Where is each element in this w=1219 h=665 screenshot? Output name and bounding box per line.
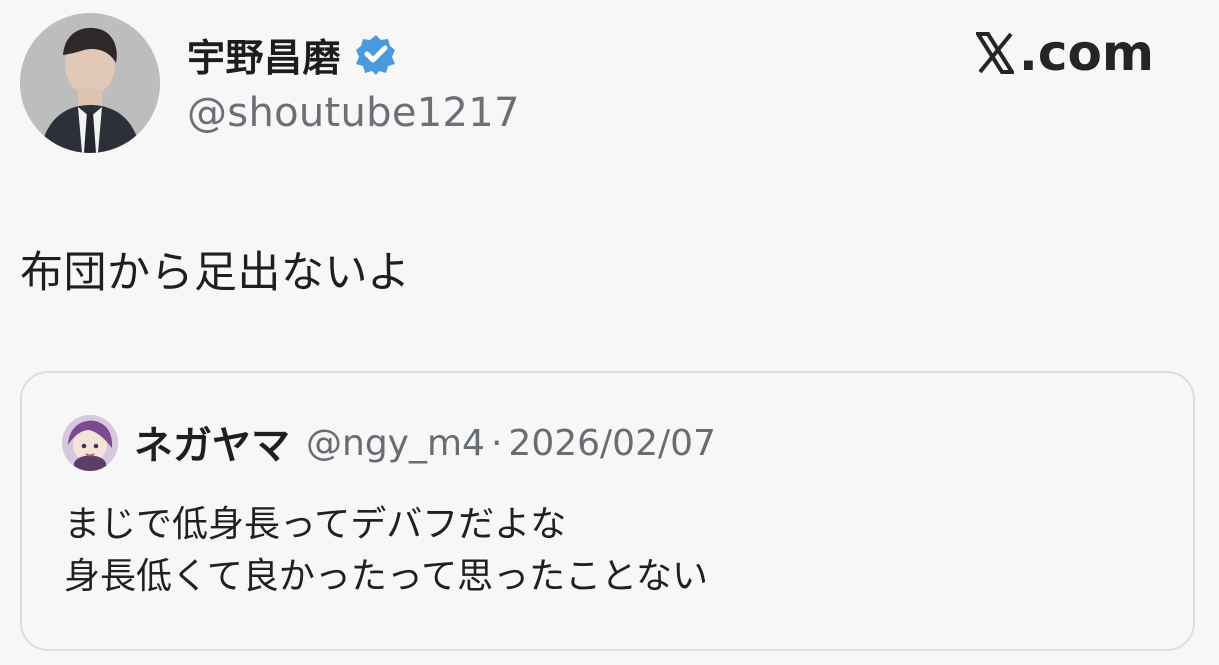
quoted-author-avatar-image: [62, 415, 118, 471]
author-handle[interactable]: @shoutube1217: [187, 90, 520, 136]
verified-badge-icon: [356, 35, 396, 75]
post-header: 宇野昌磨 @shoutube1217 .com: [0, 0, 1219, 175]
author-avatar[interactable]: [20, 13, 160, 153]
post-text: 布団から足出ないよ: [20, 248, 411, 298]
source-domain: .com: [1018, 24, 1154, 82]
author-avatar-image: [20, 13, 160, 153]
quoted-author-avatar[interactable]: [62, 415, 118, 471]
quoted-post-header: ネガヤマ @ngy_m4 · 2026/02/07: [62, 415, 716, 471]
author-name[interactable]: 宇野昌磨: [187, 27, 341, 82]
x-logo-icon: [975, 32, 1014, 74]
quoted-post-card[interactable]: ネガヤマ @ngy_m4 · 2026/02/07 まじで低身長ってデバフだよな…: [20, 371, 1195, 651]
quoted-author-handle[interactable]: @ngy_m4: [306, 423, 485, 464]
source-label: .com: [975, 24, 1154, 82]
quoted-post-date[interactable]: 2026/02/07: [508, 423, 716, 464]
author-info: 宇野昌磨 @shoutube1217: [187, 26, 520, 136]
tweet-screenshot: 宇野昌磨 @shoutube1217 .com 布団から足出ないよ ネガヤマ @…: [0, 0, 1219, 665]
quoted-post-line: まじで低身長ってデバフだよな: [64, 504, 567, 545]
author-name-row: 宇野昌磨: [187, 26, 520, 82]
quoted-post-text: まじで低身長ってデバフだよな 身長低くて良かったって思ったことない: [64, 499, 708, 603]
quoted-post-line: 身長低くて良かったって思ったことない: [64, 556, 709, 597]
metadata-separator: ·: [490, 422, 503, 464]
quoted-author-name[interactable]: ネガヤマ: [134, 415, 290, 471]
